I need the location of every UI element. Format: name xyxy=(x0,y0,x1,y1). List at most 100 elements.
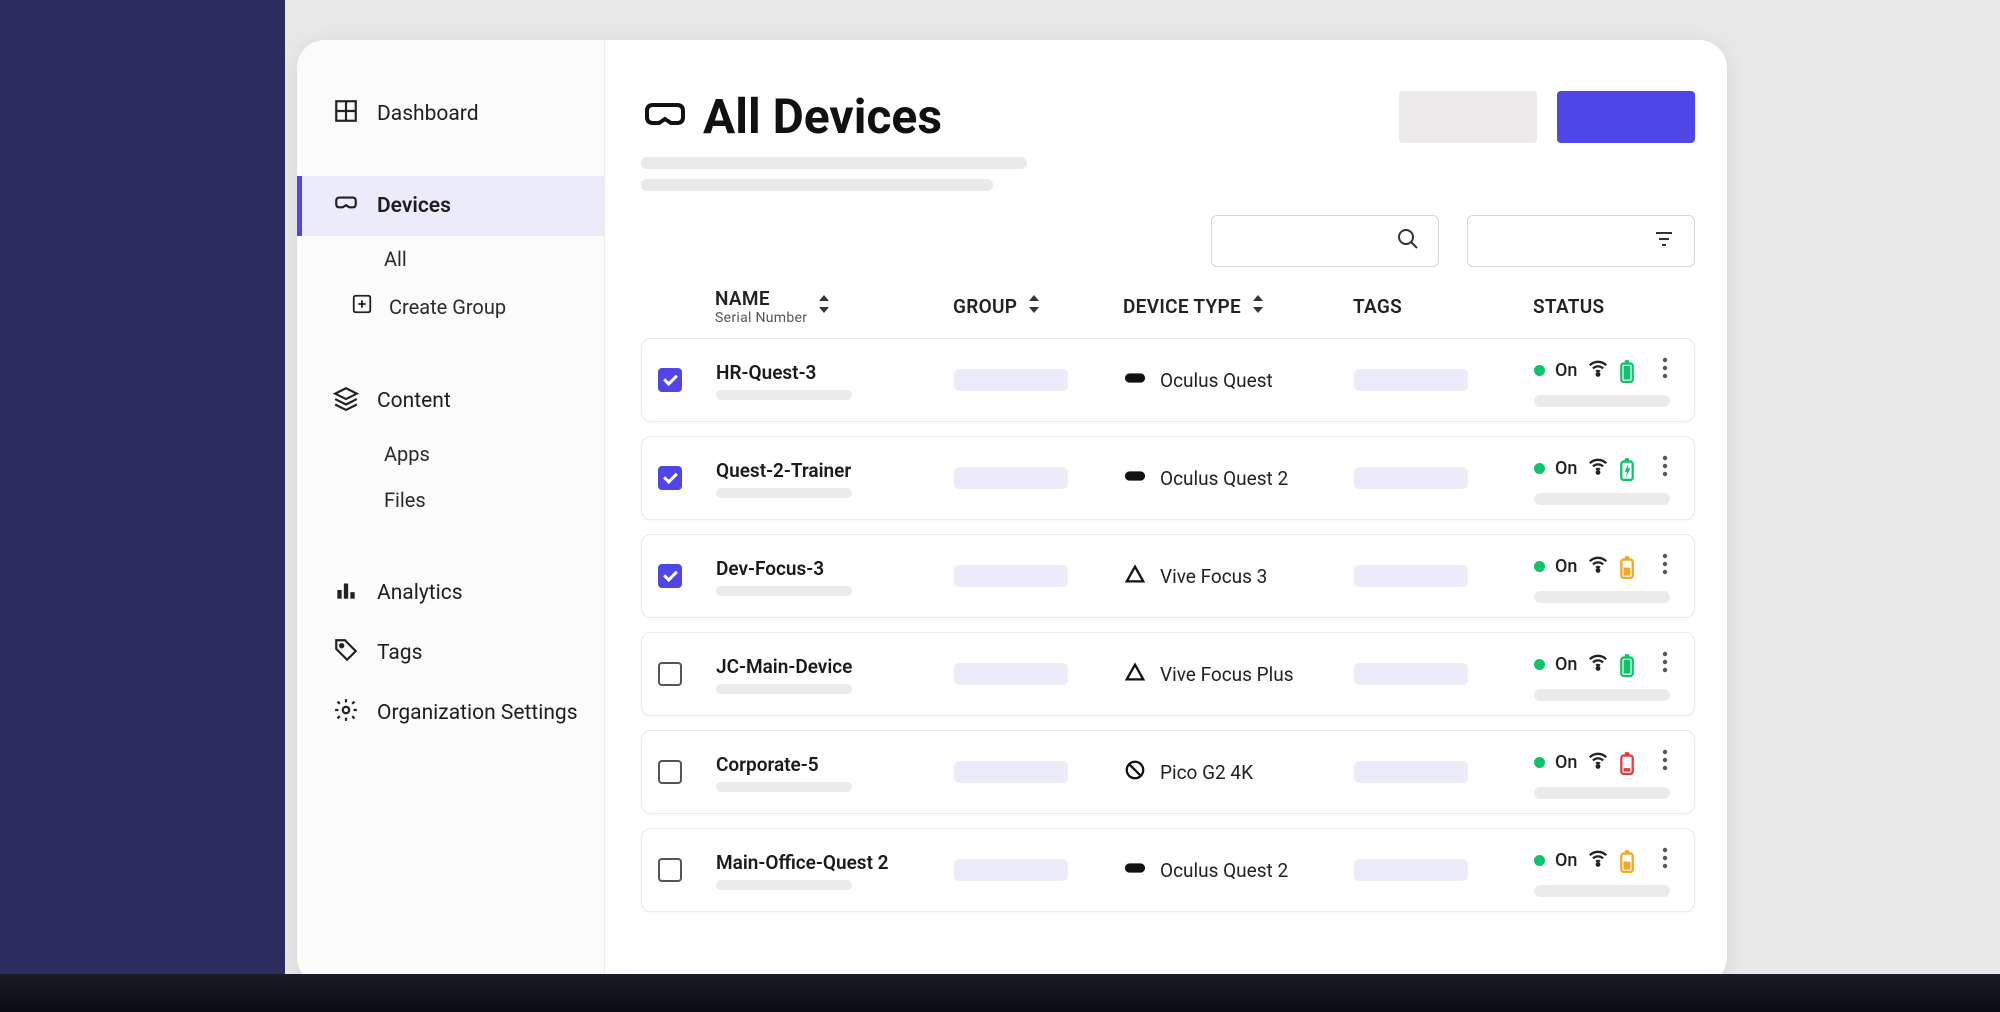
nav-label: Dashboard xyxy=(377,102,479,126)
device-type-icon xyxy=(1124,857,1146,884)
column-tags[interactable]: TAGS xyxy=(1353,295,1533,318)
headset-icon xyxy=(641,91,689,143)
nav-devices[interactable]: Devices xyxy=(297,176,604,236)
device-name: JC-Main-Device xyxy=(716,655,954,678)
app-window: Dashboard Devices All Create Group Conte… xyxy=(297,40,1727,985)
device-name: Main-Office-Quest 2 xyxy=(716,851,954,874)
filter-button[interactable] xyxy=(1467,215,1695,267)
sidebar: Dashboard Devices All Create Group Conte… xyxy=(297,40,605,985)
column-group[interactable]: GROUP xyxy=(953,295,1123,318)
nav-tags[interactable]: Tags xyxy=(297,623,604,683)
device-name: Dev-Focus-3 xyxy=(716,557,954,580)
table-row[interactable]: Corporate-5 Pico G2 4K On xyxy=(641,730,1695,814)
table-header: NAME Serial Number GROUP DEVICE TYPE TAG… xyxy=(641,287,1695,326)
battery-icon xyxy=(1619,653,1635,675)
status-skeleton xyxy=(1534,395,1670,407)
column-name[interactable]: NAME Serial Number xyxy=(715,287,953,326)
nav-content-files[interactable]: Files xyxy=(297,477,604,523)
plus-square-icon xyxy=(351,293,373,320)
page-header: All Devices xyxy=(641,88,1695,145)
wifi-icon xyxy=(1587,651,1609,677)
group-badge xyxy=(954,663,1068,685)
status-dot-icon xyxy=(1534,855,1545,866)
nav-content-apps[interactable]: Apps xyxy=(297,431,604,477)
device-name: HR-Quest-3 xyxy=(716,361,954,384)
status-text: On xyxy=(1555,458,1577,479)
primary-action-button[interactable] xyxy=(1557,91,1695,143)
row-menu-button[interactable] xyxy=(1652,745,1678,779)
nav-label: Organization Settings xyxy=(377,701,578,725)
page-title: All Devices xyxy=(703,88,942,145)
row-menu-button[interactable] xyxy=(1652,353,1678,387)
tag-badge xyxy=(1354,369,1468,391)
group-badge xyxy=(954,859,1068,881)
row-checkbox[interactable] xyxy=(658,368,682,392)
nav-org-settings[interactable]: Organization Settings xyxy=(297,683,604,743)
table-row[interactable]: Quest-2-Trainer Oculus Quest 2 On xyxy=(641,436,1695,520)
row-menu-button[interactable] xyxy=(1652,549,1678,583)
row-checkbox[interactable] xyxy=(658,760,682,784)
battery-icon xyxy=(1619,457,1635,479)
row-menu-button[interactable] xyxy=(1652,843,1678,877)
device-type-icon xyxy=(1124,465,1146,492)
status-dot-icon xyxy=(1534,365,1545,376)
battery-icon xyxy=(1619,555,1635,577)
row-checkbox[interactable] xyxy=(658,858,682,882)
table-row[interactable]: HR-Quest-3 Oculus Quest On xyxy=(641,338,1695,422)
wifi-icon xyxy=(1587,847,1609,873)
search-input[interactable] xyxy=(1211,215,1439,267)
row-checkbox[interactable] xyxy=(658,564,682,588)
table-row[interactable]: Dev-Focus-3 Vive Focus 3 On xyxy=(641,534,1695,618)
device-type-label: Pico G2 4K xyxy=(1160,761,1253,784)
main-content: All Devices xyxy=(605,40,1727,985)
secondary-action-button[interactable] xyxy=(1399,91,1537,143)
wifi-icon xyxy=(1587,553,1609,579)
nav-devices-all[interactable]: All xyxy=(297,236,604,282)
wifi-icon xyxy=(1587,749,1609,775)
nav-label: Devices xyxy=(377,194,451,218)
skeleton-line xyxy=(641,179,993,191)
wifi-icon xyxy=(1587,455,1609,481)
table-row[interactable]: JC-Main-Device Vive Focus Plus On xyxy=(641,632,1695,716)
laptop-base xyxy=(0,974,2000,1012)
status-dot-icon xyxy=(1534,757,1545,768)
column-device-type[interactable]: DEVICE TYPE xyxy=(1123,295,1353,318)
status-text: On xyxy=(1555,654,1577,675)
device-type-label: Vive Focus 3 xyxy=(1160,565,1267,588)
column-status[interactable]: STATUS xyxy=(1533,295,1679,318)
serial-skeleton xyxy=(716,390,852,400)
device-type-icon xyxy=(1124,661,1146,688)
row-checkbox[interactable] xyxy=(658,466,682,490)
wifi-icon xyxy=(1587,357,1609,383)
sort-icon xyxy=(1251,295,1265,318)
serial-skeleton xyxy=(716,782,852,792)
nav-label: Content xyxy=(377,389,451,413)
table-row[interactable]: Main-Office-Quest 2 Oculus Quest 2 On xyxy=(641,828,1695,912)
headset-icon xyxy=(333,190,359,222)
group-badge xyxy=(954,369,1068,391)
battery-icon xyxy=(1619,359,1635,381)
status-dot-icon xyxy=(1534,463,1545,474)
status-dot-icon xyxy=(1534,561,1545,572)
group-badge xyxy=(954,761,1068,783)
nav-devices-create-group[interactable]: Create Group xyxy=(297,282,604,331)
nav-content[interactable]: Content xyxy=(297,371,604,431)
backdrop-panel xyxy=(0,0,285,1012)
device-type-icon xyxy=(1124,759,1146,786)
group-badge xyxy=(954,565,1068,587)
status-text: On xyxy=(1555,556,1577,577)
device-name: Corporate-5 xyxy=(716,753,954,776)
device-type-icon xyxy=(1124,563,1146,590)
row-menu-button[interactable] xyxy=(1652,451,1678,485)
row-menu-button[interactable] xyxy=(1652,647,1678,681)
status-skeleton xyxy=(1534,493,1670,505)
status-text: On xyxy=(1555,850,1577,871)
device-type-icon xyxy=(1124,367,1146,394)
tag-badge xyxy=(1354,859,1468,881)
row-checkbox[interactable] xyxy=(658,662,682,686)
nav-dashboard[interactable]: Dashboard xyxy=(297,84,604,144)
serial-skeleton xyxy=(716,586,852,596)
device-type-label: Oculus Quest xyxy=(1160,369,1273,392)
nav-analytics[interactable]: Analytics xyxy=(297,563,604,623)
status-dot-icon xyxy=(1534,659,1545,670)
